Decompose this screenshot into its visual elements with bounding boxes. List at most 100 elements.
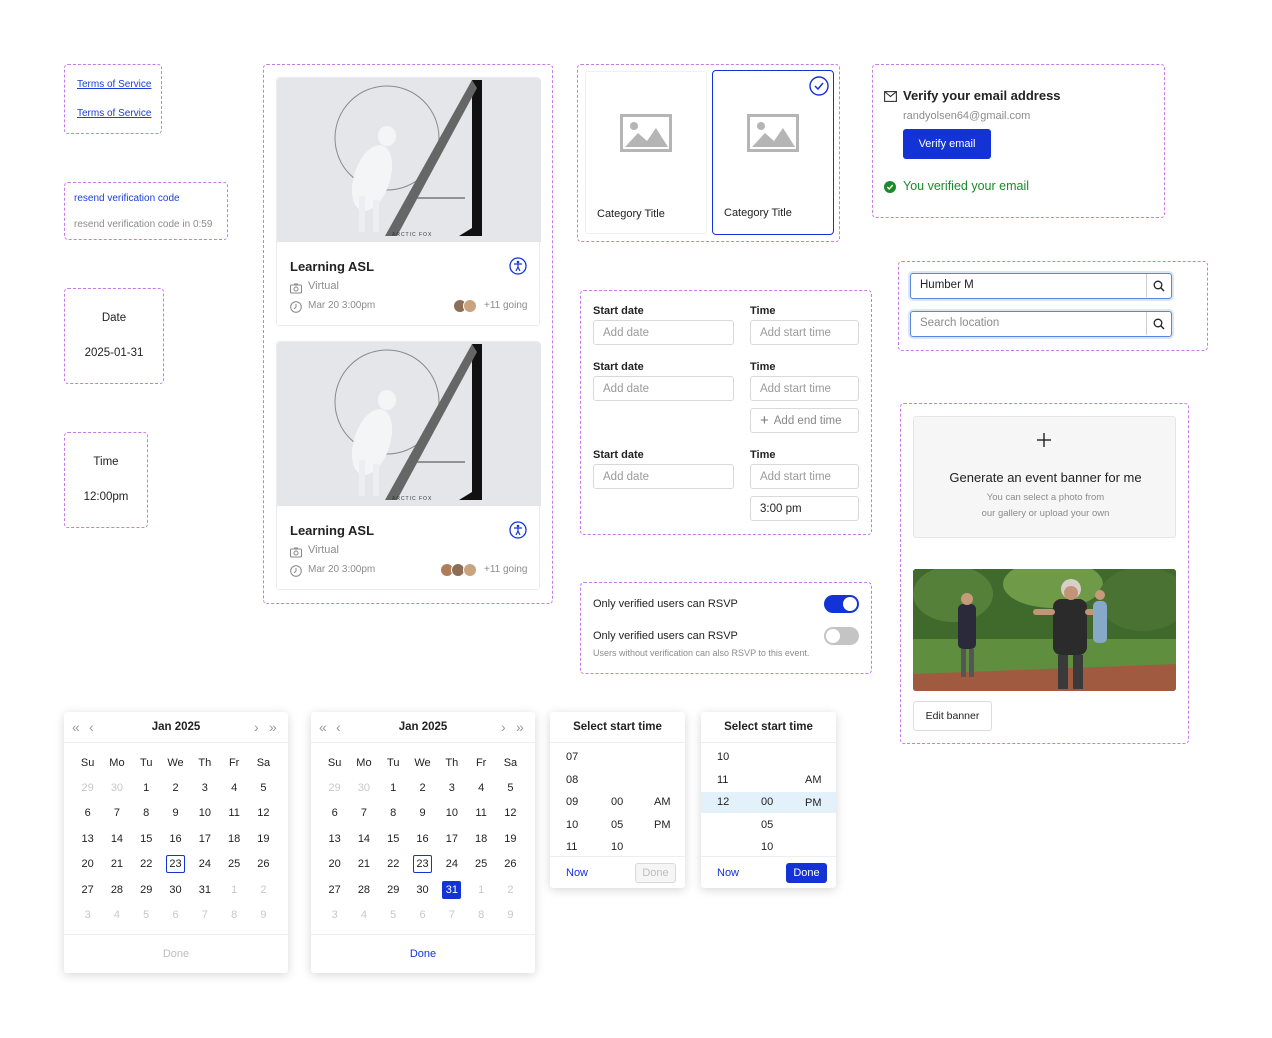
period-option[interactable]: PM bbox=[654, 814, 671, 837]
edit-banner-button[interactable]: Edit banner bbox=[913, 701, 992, 731]
minute-option[interactable]: 00 bbox=[611, 791, 623, 814]
calendar-day[interactable]: 4 bbox=[349, 903, 378, 929]
calendar-day[interactable]: 21 bbox=[349, 852, 378, 878]
minute-column[interactable]: 00 05 10 bbox=[761, 791, 773, 859]
calendar-done-button[interactable]: Done bbox=[64, 948, 288, 960]
hour-option[interactable]: 09 bbox=[566, 791, 578, 814]
calendar-day[interactable]: 2 bbox=[249, 877, 278, 903]
calendar-day[interactable]: 27 bbox=[320, 877, 349, 903]
calendar-day[interactable]: 25 bbox=[466, 852, 495, 878]
end-time-input[interactable]: 3:00 pm bbox=[750, 496, 859, 521]
calendar-day[interactable]: 29 bbox=[73, 775, 102, 801]
minute-option[interactable]: 05 bbox=[761, 814, 773, 837]
rsvp-toggle-on[interactable] bbox=[824, 595, 859, 613]
calendar-day[interactable]: 5 bbox=[249, 775, 278, 801]
period-column[interactable]: AM PM bbox=[654, 791, 671, 836]
calendar-day[interactable]: 2 bbox=[408, 775, 437, 801]
calendar-day[interactable]: 19 bbox=[496, 826, 525, 852]
calendar-day[interactable]: 24 bbox=[437, 852, 466, 878]
calendar-day[interactable]: 19 bbox=[249, 826, 278, 852]
calendar-day[interactable]: 6 bbox=[73, 801, 102, 827]
calendar-day[interactable]: 22 bbox=[379, 852, 408, 878]
calendar-day[interactable]: 26 bbox=[496, 852, 525, 878]
search-icon[interactable] bbox=[1146, 312, 1171, 335]
search-input[interactable]: Humber M bbox=[910, 273, 1172, 299]
calendar-day[interactable]: 30 bbox=[408, 877, 437, 903]
calendar-day[interactable]: 6 bbox=[320, 801, 349, 827]
time-done-button[interactable]: Done bbox=[635, 863, 676, 883]
hour-column[interactable]: 10 11 12 bbox=[717, 746, 729, 814]
calendar-day[interactable]: 20 bbox=[73, 852, 102, 878]
period-option[interactable]: AM bbox=[654, 791, 671, 814]
calendar-day[interactable]: 1 bbox=[379, 775, 408, 801]
calendar-day[interactable]: 8 bbox=[466, 903, 495, 929]
calendar-done-button[interactable]: Done bbox=[311, 948, 535, 960]
calendar-day[interactable]: 1 bbox=[219, 877, 248, 903]
generate-banner-button[interactable]: Generate an event banner for me You can … bbox=[913, 416, 1176, 538]
calendar-day[interactable]: 5 bbox=[496, 775, 525, 801]
event-card[interactable]: ARCTIC FOX Learning ASL Virtual Mar 20 3… bbox=[276, 341, 541, 590]
rsvp-toggle-off[interactable] bbox=[824, 627, 859, 645]
calendar-day[interactable]: 29 bbox=[132, 877, 161, 903]
start-time-input[interactable]: Add start time bbox=[750, 320, 859, 345]
calendar-day[interactable]: 26 bbox=[249, 852, 278, 878]
calendar-day[interactable]: 4 bbox=[466, 775, 495, 801]
calendar-day[interactable]: 28 bbox=[349, 877, 378, 903]
start-date-input[interactable]: Add date bbox=[593, 464, 734, 489]
calendar-day[interactable]: 9 bbox=[408, 801, 437, 827]
calendar-day[interactable]: 25 bbox=[219, 852, 248, 878]
event-card[interactable]: ARCTIC FOX Learning ASL Virtual Mar 20 3… bbox=[276, 77, 541, 326]
calendar-day[interactable]: 16 bbox=[408, 826, 437, 852]
calendar-day-today[interactable]: 23 bbox=[408, 852, 437, 878]
verify-email-button[interactable]: Verify email bbox=[903, 129, 991, 159]
calendar-day[interactable]: 12 bbox=[249, 801, 278, 827]
calendar-day[interactable]: 6 bbox=[408, 903, 437, 929]
period-column[interactable]: AM PM bbox=[805, 769, 822, 814]
calendar-day[interactable]: 7 bbox=[349, 801, 378, 827]
calendar-day[interactable]: 7 bbox=[190, 903, 219, 929]
calendar-day[interactable]: 30 bbox=[161, 877, 190, 903]
category-tile[interactable]: Category Title bbox=[585, 71, 707, 234]
calendar-day[interactable]: 3 bbox=[320, 903, 349, 929]
minute-option-selected[interactable]: 00 bbox=[761, 791, 773, 814]
minute-option[interactable]: 05 bbox=[611, 814, 623, 837]
calendar-day[interactable]: 15 bbox=[379, 826, 408, 852]
calendar-day[interactable]: 7 bbox=[437, 903, 466, 929]
calendar-day[interactable]: 29 bbox=[320, 775, 349, 801]
calendar-day[interactable]: 27 bbox=[73, 877, 102, 903]
calendar-day[interactable]: 3 bbox=[190, 775, 219, 801]
hour-option-selected[interactable]: 12 bbox=[717, 791, 729, 814]
calendar-day[interactable]: 8 bbox=[132, 801, 161, 827]
next-month-icon[interactable]: › bbox=[501, 719, 506, 735]
start-time-input[interactable]: Add start time bbox=[750, 376, 859, 401]
period-option-selected[interactable]: PM bbox=[805, 792, 822, 815]
next-month-icon[interactable]: › bbox=[254, 719, 259, 735]
hour-option[interactable]: 10 bbox=[566, 814, 578, 837]
calendar-day[interactable]: 20 bbox=[320, 852, 349, 878]
calendar-day[interactable]: 5 bbox=[132, 903, 161, 929]
time-now-button[interactable]: Now bbox=[717, 867, 739, 879]
calendar-day[interactable]: 18 bbox=[466, 826, 495, 852]
calendar-day[interactable]: 8 bbox=[379, 801, 408, 827]
hour-option[interactable]: 11 bbox=[717, 769, 729, 792]
calendar-day[interactable]: 11 bbox=[219, 801, 248, 827]
add-end-time-button[interactable]: + Add end time bbox=[750, 408, 859, 433]
calendar-day[interactable]: 31 bbox=[190, 877, 219, 903]
start-date-input[interactable]: Add date bbox=[593, 376, 734, 401]
resend-link[interactable]: resend verification code bbox=[74, 193, 180, 204]
calendar-day[interactable]: 11 bbox=[466, 801, 495, 827]
category-tile-selected[interactable]: Category Title bbox=[712, 70, 834, 235]
calendar-day[interactable]: 30 bbox=[102, 775, 131, 801]
calendar-day[interactable]: 7 bbox=[102, 801, 131, 827]
calendar-day[interactable]: 5 bbox=[379, 903, 408, 929]
calendar-day[interactable]: 1 bbox=[466, 877, 495, 903]
terms-link-hover[interactable]: Terms of Service bbox=[77, 108, 151, 119]
hour-column[interactable]: 07 08 09 10 11 bbox=[566, 746, 578, 859]
calendar-day[interactable]: 22 bbox=[132, 852, 161, 878]
calendar-day-today[interactable]: 23 bbox=[161, 852, 190, 878]
calendar-day-selected[interactable]: 31 bbox=[437, 877, 466, 903]
calendar-day[interactable]: 4 bbox=[102, 903, 131, 929]
calendar-day[interactable]: 17 bbox=[437, 826, 466, 852]
start-date-input[interactable]: Add date bbox=[593, 320, 734, 345]
calendar-day[interactable]: 9 bbox=[496, 903, 525, 929]
